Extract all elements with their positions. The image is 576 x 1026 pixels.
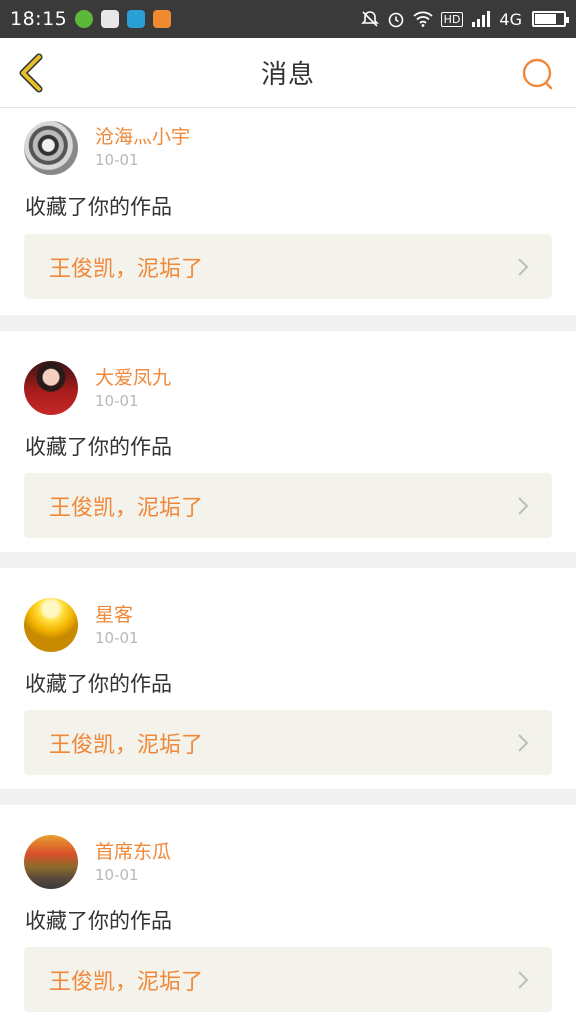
avatar[interactable] <box>24 835 78 889</box>
work-link[interactable]: 王俊凯，泥垢了 <box>24 947 552 1012</box>
message-date: 10-01 <box>95 866 139 884</box>
search-icon <box>522 58 553 90</box>
divider <box>0 552 576 568</box>
wifi-icon <box>413 11 433 27</box>
message-action: 收藏了你的作品 <box>25 909 172 933</box>
message-card: 大爱凤九 10-01 收藏了你的作品 王俊凯，泥垢了 <box>0 331 576 552</box>
app-notification-icon <box>153 10 172 28</box>
app-notification-icon <box>101 10 120 28</box>
avatar[interactable] <box>24 361 78 415</box>
work-title: 王俊凯，泥垢了 <box>49 732 204 758</box>
work-link[interactable]: 王俊凯，泥垢了 <box>24 710 552 775</box>
app-notification-icon <box>75 10 94 28</box>
back-button[interactable] <box>12 52 52 94</box>
top-bar: 消息 <box>0 38 576 108</box>
chevron-right-icon <box>518 257 529 276</box>
avatar[interactable] <box>24 121 78 175</box>
divider <box>0 789 576 805</box>
username[interactable]: 大爱凤九 <box>95 363 171 390</box>
mute-bell-icon <box>360 11 379 27</box>
username[interactable]: 星客 <box>95 600 133 627</box>
signal-icon <box>472 11 491 27</box>
message-date: 10-01 <box>95 392 139 410</box>
work-title: 王俊凯，泥垢了 <box>49 256 204 282</box>
chevron-right-icon <box>518 970 529 989</box>
message-action: 收藏了你的作品 <box>25 672 172 696</box>
message-date: 10-01 <box>95 151 139 169</box>
search-button[interactable] <box>520 56 556 92</box>
work-link[interactable]: 王俊凯，泥垢了 <box>24 473 552 538</box>
work-title: 王俊凯，泥垢了 <box>49 969 204 995</box>
page-title: 消息 <box>260 60 315 90</box>
username[interactable]: 首席东瓜 <box>95 837 171 864</box>
message-date: 10-01 <box>95 629 139 647</box>
avatar[interactable] <box>24 598 78 652</box>
divider <box>0 315 576 331</box>
status-bar: 18:15 HD 4G <box>0 0 576 38</box>
message-card: 沧海灬小宇 10-01 收藏了你的作品 王俊凯，泥垢了 <box>0 109 576 315</box>
alarm-icon <box>388 12 403 28</box>
chevron-right-icon <box>518 733 529 752</box>
chevron-left-icon <box>19 53 43 93</box>
work-title: 王俊凯，泥垢了 <box>49 495 204 521</box>
message-card: 星客 10-01 收藏了你的作品 王俊凯，泥垢了 <box>0 568 576 789</box>
battery-icon <box>532 11 569 27</box>
hd-badge: HD <box>440 11 464 27</box>
work-link[interactable]: 王俊凯，泥垢了 <box>24 234 552 299</box>
message-list: 沧海灬小宇 10-01 收藏了你的作品 王俊凯，泥垢了 大爱凤九 10-01 收… <box>0 109 576 1026</box>
message-card: 首席东瓜 10-01 收藏了你的作品 王俊凯，泥垢了 <box>0 805 576 1026</box>
message-action: 收藏了你的作品 <box>25 195 172 219</box>
username[interactable]: 沧海灬小宇 <box>95 122 190 149</box>
status-time: 18:15 <box>10 8 68 30</box>
scan-notification-icon <box>127 10 146 28</box>
chevron-right-icon <box>518 496 529 515</box>
network-type: 4G <box>499 9 522 29</box>
message-action: 收藏了你的作品 <box>25 435 172 459</box>
